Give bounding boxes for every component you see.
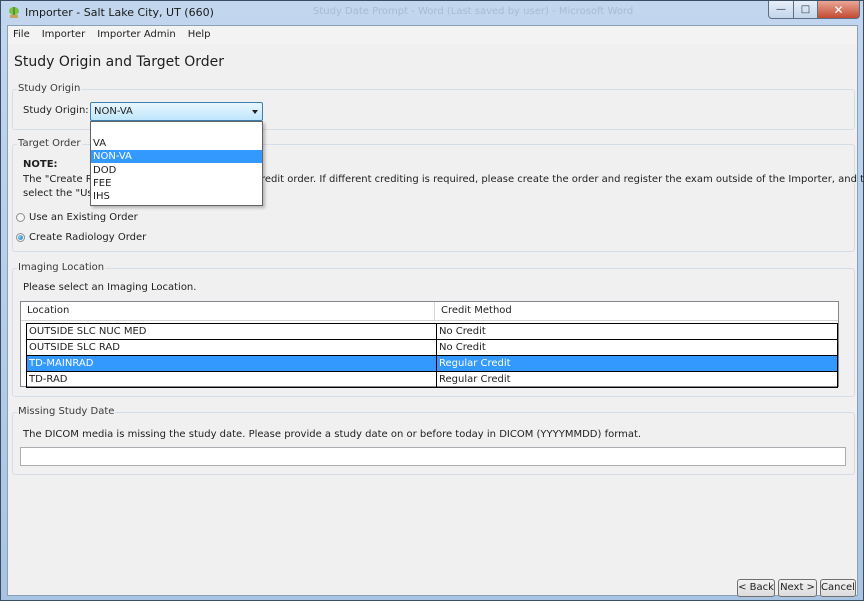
minimize-button[interactable]: —: [768, 1, 794, 19]
maximize-icon: □: [800, 4, 811, 15]
note-text-end: redit order. If different crediting is r…: [261, 174, 864, 185]
note-heading: NOTE:: [23, 159, 58, 170]
next-button[interactable]: Next >: [778, 579, 817, 597]
create-radiology-order-label[interactable]: Create Radiology Order: [29, 232, 146, 243]
note-text-line2: select the "Use: [23, 188, 99, 199]
importer-app-icon: [9, 7, 19, 18]
minimize-icon: —: [776, 4, 786, 15]
dropdown-option-fee[interactable]: FEE: [91, 177, 262, 190]
study-date-input[interactable]: [20, 447, 846, 466]
credit-method-cell: Regular Credit: [439, 374, 511, 385]
dropdown-option-va[interactable]: VA: [91, 137, 262, 150]
study-origin-label: Study Origin:: [23, 105, 89, 116]
menu-bar: File Importer Importer Admin Help: [8, 26, 857, 44]
study-origin-selected-value: NON-VA: [94, 106, 133, 117]
table-row-selected[interactable]: TD-MAINRAD Regular Credit: [26, 355, 838, 372]
imaging-location-prompt: Please select an Imaging Location.: [23, 282, 197, 293]
column-header-location[interactable]: Location: [21, 302, 435, 320]
background-window-title: Study Date Prompt - Word (Last saved by …: [313, 6, 634, 17]
imaging-location-group-title: Imaging Location: [17, 262, 106, 273]
use-existing-order-radio[interactable]: [16, 213, 25, 222]
column-header-credit-method[interactable]: Credit Method: [435, 302, 838, 320]
credit-method-cell: No Credit: [439, 342, 486, 353]
table-row[interactable]: TD-RAD Regular Credit: [26, 371, 838, 388]
client-area: File Importer Importer Admin Help Study …: [7, 25, 864, 597]
back-button[interactable]: < Back: [737, 579, 775, 597]
close-icon: ✕: [833, 2, 844, 17]
menu-importer[interactable]: Importer: [37, 26, 92, 44]
table-row[interactable]: OUTSIDE SLC NUC MED No Credit: [26, 323, 838, 340]
menu-help[interactable]: Help: [183, 26, 218, 44]
importer-window: Importer - Salt Lake City, UT (660) Stud…: [0, 0, 864, 601]
imaging-location-table: Location Credit Method OUTSIDE SLC NUC M…: [20, 301, 839, 388]
location-cell: OUTSIDE SLC NUC MED: [27, 324, 437, 339]
study-origin-combobox[interactable]: NON-VA: [90, 102, 263, 121]
title-bar[interactable]: Importer - Salt Lake City, UT (660) Stud…: [1, 1, 863, 25]
location-cell: OUTSIDE SLC RAD: [27, 340, 437, 355]
note-text-start: The "Create Ra: [23, 174, 99, 185]
table-header: Location Credit Method: [21, 302, 838, 321]
menu-file[interactable]: File: [8, 26, 37, 44]
maximize-button[interactable]: □: [793, 1, 818, 19]
create-radiology-order-radio[interactable]: [16, 233, 25, 242]
location-cell: TD-MAINRAD: [27, 356, 437, 371]
credit-method-cell: Regular Credit: [439, 358, 511, 369]
page-title: Study Origin and Target Order: [14, 54, 224, 70]
dropdown-option-dod[interactable]: DOD: [91, 164, 262, 177]
study-origin-dropdown-list: VA NON-VA DOD FEE IHS: [90, 121, 263, 206]
missing-study-date-group-title: Missing Study Date: [17, 406, 116, 417]
cancel-button[interactable]: Cancel: [820, 579, 856, 597]
dropdown-option-ihs[interactable]: IHS: [91, 190, 262, 203]
study-origin-group-title: Study Origin: [17, 83, 82, 94]
use-existing-order-label[interactable]: Use an Existing Order: [29, 212, 138, 223]
window-title: Importer - Salt Lake City, UT (660): [25, 6, 214, 19]
missing-study-date-message: The DICOM media is missing the study dat…: [23, 429, 642, 440]
target-order-group-title: Target Order: [17, 138, 82, 149]
chevron-down-icon: [252, 110, 258, 114]
location-cell: TD-RAD: [27, 372, 437, 387]
menu-importer-admin[interactable]: Importer Admin: [92, 26, 183, 44]
table-row[interactable]: OUTSIDE SLC RAD No Credit: [26, 339, 838, 356]
dropdown-option-non-va[interactable]: NON-VA: [91, 150, 262, 163]
close-button[interactable]: ✕: [817, 1, 860, 19]
credit-method-cell: No Credit: [439, 326, 486, 337]
